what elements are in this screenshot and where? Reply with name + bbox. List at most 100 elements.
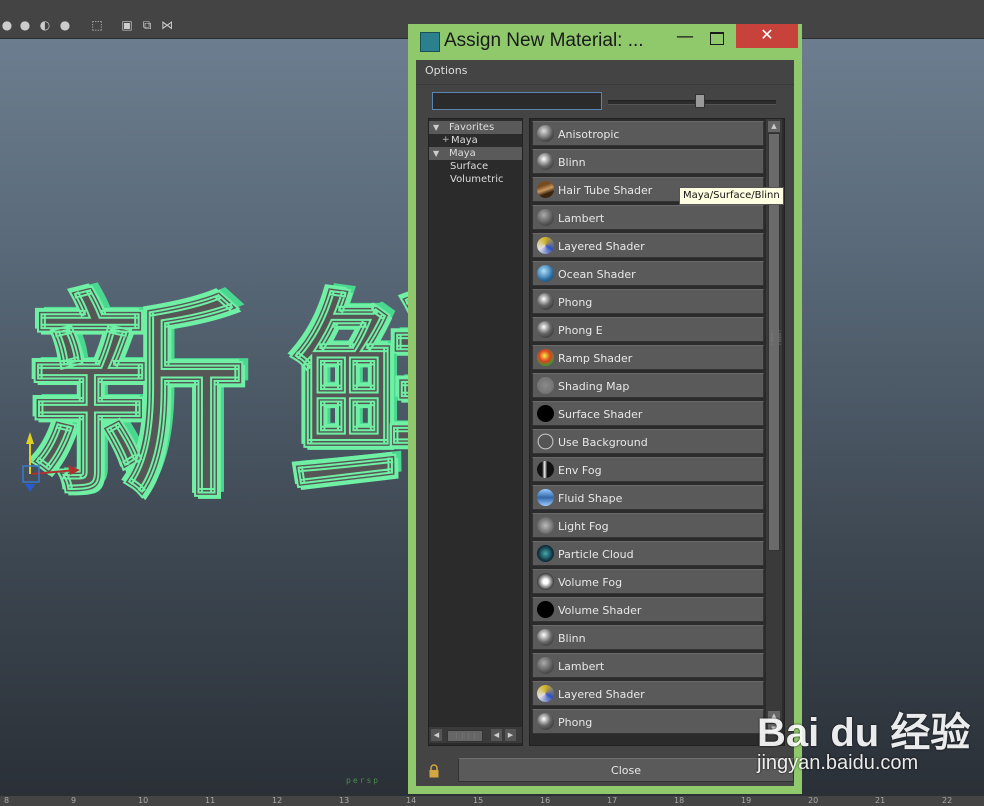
material-item-anisotropic[interactable]: Anisotropic	[532, 121, 764, 146]
tree-horizontal-scrollbar[interactable]: ◀ ⋮⋮⋮⋮ ◀ ▶	[429, 727, 522, 743]
ramp-shader-icon	[537, 349, 554, 366]
material-item-phong-e[interactable]: Phong E	[532, 317, 764, 342]
collapse-caret-icon[interactable]: ▼	[433, 121, 439, 134]
phong-icon	[537, 293, 554, 310]
select-tool-icon[interactable]: ⬚	[90, 18, 104, 32]
menu-divider	[416, 84, 794, 85]
tree-item-maya[interactable]: ▼ Maya	[429, 147, 522, 160]
layers-icon[interactable]: ⧉	[140, 18, 154, 32]
material-label: Ramp Shader	[558, 352, 633, 365]
material-item-blinn[interactable]: Blinn	[532, 149, 764, 174]
material-item-lambert[interactable]: Lambert	[532, 653, 764, 678]
hair-tube-shader-icon	[537, 181, 554, 198]
scroll-up-icon[interactable]: ▲	[768, 121, 780, 132]
tree-item-surface[interactable]: Surface	[429, 160, 522, 173]
ruler-tick-label: 20	[808, 796, 819, 805]
tree-item-favorites-maya[interactable]: + Maya	[429, 134, 522, 147]
material-item-ramp-shader[interactable]: Ramp Shader	[532, 345, 764, 370]
tree-item-favorites[interactable]: ▼ Favorites	[429, 121, 522, 134]
minimize-button[interactable]: —	[672, 28, 698, 50]
use-background-icon	[537, 433, 554, 450]
material-item-shading-map[interactable]: Shading Map	[532, 373, 764, 398]
shading-wire-icon[interactable]: ●	[18, 18, 32, 32]
layered-shader-icon	[537, 685, 554, 702]
material-item-volume-fog[interactable]: Volume Fog	[532, 569, 764, 594]
material-item-fluid-shape[interactable]: Fluid Shape	[532, 485, 764, 510]
material-label: Lambert	[558, 660, 605, 673]
maximize-icon	[710, 32, 724, 45]
shading-flat-icon[interactable]: ●	[58, 18, 72, 32]
ruler-tick-label: 21	[875, 796, 886, 805]
camera-label: persp	[346, 776, 381, 785]
material-item-surface-shader[interactable]: Surface Shader	[532, 401, 764, 426]
material-label: Hair Tube Shader	[558, 184, 653, 197]
maya-app-icon	[420, 32, 440, 52]
dialog-footer: Close	[416, 754, 794, 786]
material-item-use-background[interactable]: Use Background	[532, 429, 764, 454]
shading-smooth-icon[interactable]: ●	[0, 18, 14, 32]
scroll-thumb[interactable]: ⋮⋮⋮⋮	[447, 730, 483, 742]
icon-size-slider[interactable]	[608, 100, 776, 105]
manipulator-gizmo[interactable]	[18, 430, 88, 500]
lambert-icon	[537, 657, 554, 674]
material-label: Lambert	[558, 212, 605, 225]
assign-material-dialog: Assign New Material: ... — ✕ Options ▼ F…	[408, 24, 802, 794]
window-close-button[interactable]: ✕	[736, 24, 798, 48]
scroll-right-icon[interactable]: ▶	[505, 729, 516, 741]
material-item-ocean-shader[interactable]: Ocean Shader	[532, 261, 764, 286]
material-label: Particle Cloud	[558, 548, 634, 561]
search-input[interactable]	[432, 92, 602, 110]
ruler-tick-label: 22	[942, 796, 953, 805]
tree-item-volumetric[interactable]: Volumetric	[429, 173, 522, 186]
material-label: Layered Shader	[558, 688, 645, 701]
blinn-icon	[537, 153, 554, 170]
dialog-title: Assign New Material: ...	[444, 30, 644, 51]
maximize-button[interactable]	[704, 28, 730, 50]
ruler-tick-label: 18	[674, 796, 685, 805]
scroll-grip-icon: ⋮⋮ ⋮⋮ ⋮⋮	[768, 329, 784, 346]
material-list: Anisotropic Blinn Hair Tube Shader Lambert L…	[529, 118, 785, 746]
watermark-url: jingyan.baidu.com	[757, 752, 919, 774]
baidu-jingyan-watermark: Bai du 经验 jingyan.baidu.com	[757, 700, 982, 780]
material-label: Blinn	[558, 156, 586, 169]
volume-shader-icon	[537, 601, 554, 618]
material-item-blinn[interactable]: Blinn	[532, 625, 764, 650]
material-label: Surface Shader	[558, 408, 643, 421]
close-button[interactable]: Close	[458, 758, 794, 782]
light-fog-icon	[537, 517, 554, 534]
material-list-scrollbar[interactable]: ▲ ⋮⋮ ⋮⋮ ⋮⋮ ▲ ▼	[766, 119, 784, 745]
material-label: Env Fog	[558, 464, 602, 477]
material-item-layered-shader[interactable]: Layered Shader	[532, 681, 764, 706]
ruler-tick-label: 12	[272, 796, 283, 805]
slider-handle[interactable]	[695, 94, 705, 108]
lock-icon[interactable]	[429, 764, 439, 778]
scroll-left-icon[interactable]: ◀	[431, 729, 442, 741]
material-label: Light Fog	[558, 520, 609, 533]
surface-shader-icon	[537, 405, 554, 422]
material-item-light-fog[interactable]: Light Fog	[532, 513, 764, 538]
volume-fog-icon	[537, 573, 554, 590]
material-label: Layered Shader	[558, 240, 645, 253]
material-label: Shading Map	[558, 380, 630, 393]
material-label: Ocean Shader	[558, 268, 636, 281]
cube-icon[interactable]: ▣	[120, 18, 134, 32]
expand-plus-icon[interactable]: +	[442, 134, 450, 147]
menu-options[interactable]: Options	[425, 64, 467, 77]
dialog-titlebar[interactable]: Assign New Material: ... — ✕	[408, 24, 802, 60]
material-item-lambert[interactable]: Lambert	[532, 205, 764, 230]
material-item-phong[interactable]: Phong	[532, 289, 764, 314]
shading-half-icon[interactable]: ◐	[38, 18, 52, 32]
material-item-env-fog[interactable]: Env Fog	[532, 457, 764, 482]
material-item-particle-cloud[interactable]: Particle Cloud	[532, 541, 764, 566]
material-item-phong[interactable]: Phong	[532, 709, 764, 734]
scroll-left-icon[interactable]: ◀	[491, 729, 502, 741]
collapse-caret-icon[interactable]: ▼	[433, 147, 439, 160]
ocean-shader-icon	[537, 265, 554, 282]
material-item-layered-shader[interactable]: Layered Shader	[532, 233, 764, 258]
share-icon[interactable]: ⋈	[160, 18, 174, 32]
material-item-volume-shader[interactable]: Volume Shader	[532, 597, 764, 622]
ruler-tick-label: 8	[4, 796, 10, 805]
timeline-ruler[interactable]: 8 9 10 11 12 13 14 15 16 17 18 19 20 21 22	[0, 796, 984, 806]
ruler-tick-label: 13	[339, 796, 350, 805]
material-label: Use Background	[558, 436, 648, 449]
